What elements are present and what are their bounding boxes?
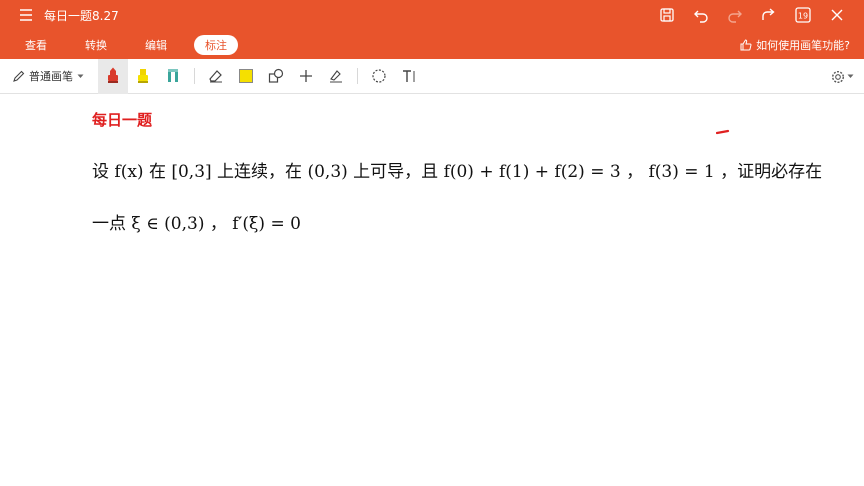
- menu-icon[interactable]: [12, 0, 40, 30]
- pen-toolbar: 普通画笔: [0, 58, 864, 94]
- shapes-icon[interactable]: [261, 59, 291, 94]
- undo-icon[interactable]: [684, 0, 718, 30]
- settings-dropdown[interactable]: [831, 59, 854, 94]
- highlighter-yellow-icon[interactable]: [128, 59, 158, 94]
- tab-bar: 查看 转换 编辑 标注 如何使用画笔功能?: [0, 30, 864, 59]
- red-pen-stroke: [716, 129, 730, 135]
- pen-type-label: 普通画笔: [29, 70, 73, 83]
- close-icon[interactable]: [820, 0, 854, 30]
- pen-red-icon[interactable]: [98, 58, 128, 94]
- lasso-icon[interactable]: [364, 59, 394, 94]
- chevron-down-icon: [847, 74, 854, 78]
- svg-text:19: 19: [798, 12, 808, 21]
- toolbar-divider: [194, 68, 195, 84]
- tab-annotate[interactable]: 标注: [194, 34, 238, 55]
- redo-icon[interactable]: [718, 0, 752, 30]
- tab-view[interactable]: 查看: [14, 35, 58, 55]
- problem-line-1: 设 f(x) 在 [0,3] 上连续，在 (0,3) 上可导，且 f(0) + …: [92, 162, 823, 182]
- share-icon[interactable]: [752, 0, 786, 30]
- signature-icon[interactable]: [321, 59, 351, 94]
- color-swatch-icon[interactable]: [231, 59, 261, 94]
- tab-convert[interactable]: 转换: [74, 35, 118, 55]
- chevron-down-icon: [77, 74, 84, 78]
- add-icon[interactable]: [291, 59, 321, 94]
- gear-icon: [831, 70, 845, 83]
- pen-help-link[interactable]: 如何使用画笔功能?: [740, 30, 850, 59]
- pencil-icon: [13, 70, 25, 82]
- help-text: 如何使用画笔功能?: [756, 38, 850, 52]
- highlighter-teal-icon[interactable]: [158, 59, 188, 94]
- page-heading: 每日一题: [92, 111, 153, 129]
- eraser-icon[interactable]: [201, 59, 231, 94]
- document-title: 每日一题8.27: [44, 8, 119, 23]
- problem-line-2: 一点 ξ ∈ (0,3) ， f′(ξ) = 0: [92, 214, 301, 234]
- tab-edit[interactable]: 编辑: [134, 35, 178, 55]
- text-tool-icon[interactable]: [394, 59, 424, 94]
- save-icon[interactable]: [650, 0, 684, 30]
- toolbar-divider: [357, 68, 358, 84]
- page-count-icon[interactable]: 19: [786, 0, 820, 30]
- title-bar: 每日一题8.27 19: [0, 0, 864, 30]
- title-actions: 19: [650, 0, 854, 30]
- pen-type-dropdown[interactable]: 普通画笔: [12, 68, 98, 84]
- thumbs-up-icon: [740, 38, 752, 50]
- document-page: 每日一题 设 f(x) 在 [0,3] 上连续，在 (0,3) 上可导，且 f(…: [0, 95, 864, 486]
